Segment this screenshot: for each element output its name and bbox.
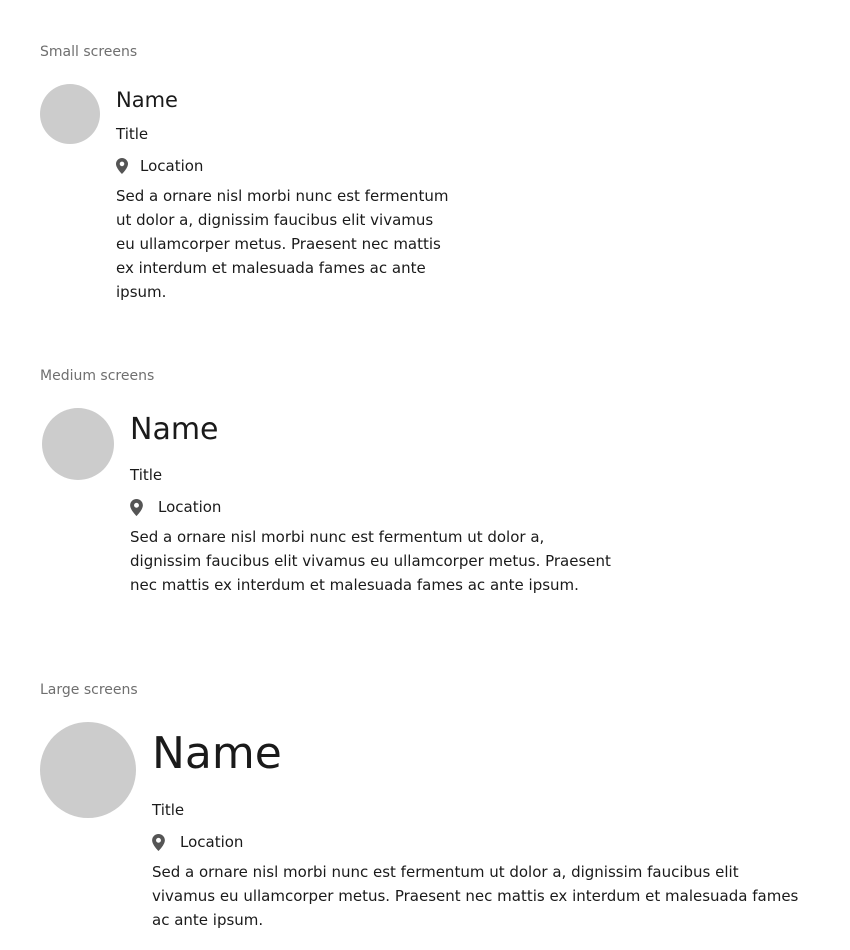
profile-description: Sed a ornare nisl morbi nunc est ferment… <box>130 528 611 594</box>
profile-name: Name <box>152 728 282 779</box>
profile-card-small: Name Title Location Sed a ornare nisl mo… <box>40 84 456 304</box>
location-text: Location <box>140 157 204 175</box>
avatar <box>40 84 100 144</box>
profile-name: Name <box>116 88 178 112</box>
profile-title: Title <box>130 466 163 484</box>
map-pin-icon <box>130 498 143 516</box>
map-pin-icon <box>116 158 128 174</box>
avatar <box>40 722 136 818</box>
profile-location: Location <box>152 832 802 852</box>
profile-description: Sed a ornare nisl morbi nunc est ferment… <box>152 863 799 929</box>
profile-info: Name Title Location Sed a ornare nisl mo… <box>152 722 802 932</box>
profile-location: Location <box>116 156 456 176</box>
map-pin-icon <box>152 833 165 851</box>
profile-name: Name <box>130 412 219 447</box>
profile-title: Title <box>152 801 185 819</box>
profile-title: Title <box>116 125 149 143</box>
profile-description: Sed a ornare nisl morbi nunc est ferment… <box>116 187 449 301</box>
location-text: Location <box>180 833 244 851</box>
section-label-large: Large screens <box>40 682 138 698</box>
profile-location: Location <box>130 497 620 517</box>
profile-card-medium: Name Title Location Sed a ornare nisl mo… <box>42 408 620 597</box>
section-label-small: Small screens <box>40 44 138 60</box>
avatar <box>42 408 114 480</box>
profile-info: Name Title Location Sed a ornare nisl mo… <box>130 408 620 597</box>
profile-card-large: Name Title Location Sed a ornare nisl mo… <box>40 722 802 932</box>
section-label-medium: Medium screens <box>40 368 155 384</box>
location-text: Location <box>158 498 222 516</box>
profile-info: Name Title Location Sed a ornare nisl mo… <box>116 84 456 304</box>
